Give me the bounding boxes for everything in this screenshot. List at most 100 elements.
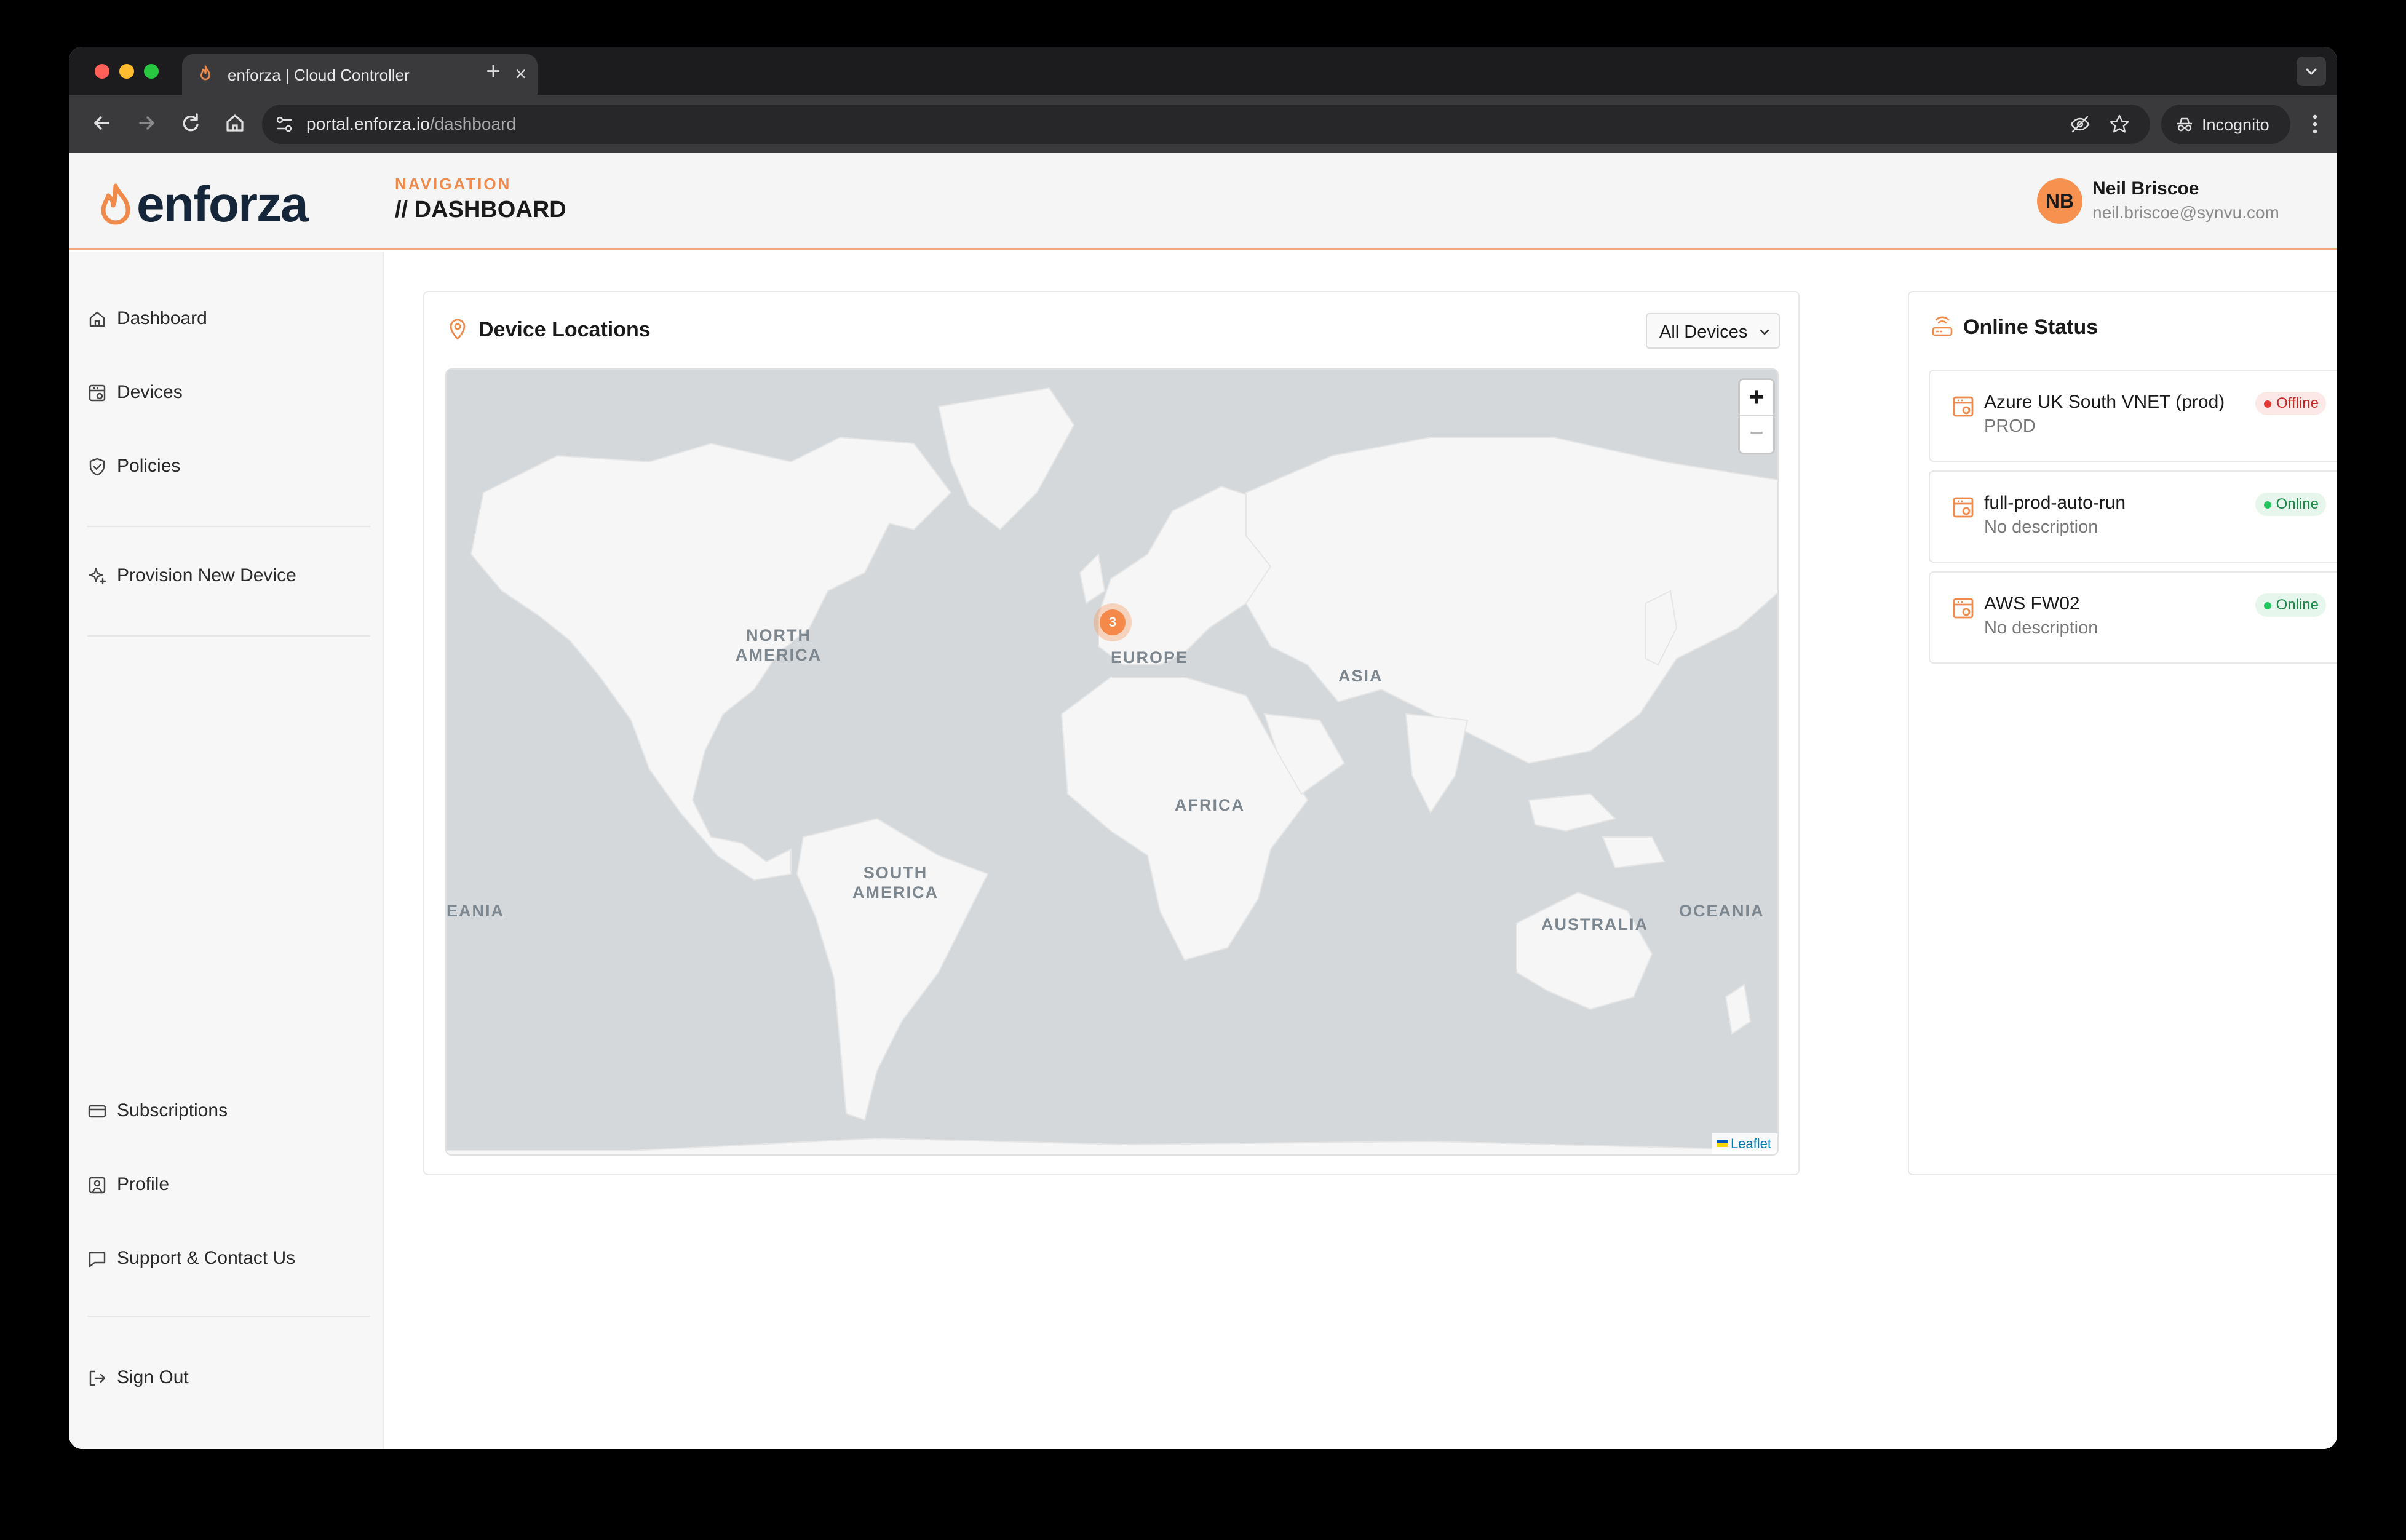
sidebar-item-label: Sign Out — [117, 1367, 189, 1387]
sidebar-divider — [87, 635, 370, 637]
chevron-down-icon — [2306, 68, 2317, 75]
maximize-window-button[interactable] — [144, 64, 159, 79]
main-content: Device Locations All Devices NORTH AMERI… — [385, 252, 2337, 1449]
status-badge: Online — [2255, 493, 2326, 516]
offline-dot-icon — [2264, 400, 2272, 408]
device-filter-value: All Devices — [1659, 322, 1748, 342]
sidebar-item-label: Policies — [117, 456, 181, 476]
attribution-link[interactable]: Leaflet — [1731, 1136, 1771, 1151]
close-tab-icon[interactable]: × — [515, 62, 526, 86]
sign-out-icon — [89, 1370, 106, 1386]
map-attribution[interactable]: Leaflet — [1712, 1133, 1777, 1154]
minimize-window-button[interactable] — [119, 64, 134, 79]
user-email: neil.briscoe@synvu.com — [2092, 203, 2279, 222]
sidebar-item-support[interactable]: Support & Contact Us — [87, 1240, 364, 1277]
chevron-down-icon — [1760, 329, 1769, 335]
sidebar-divider — [87, 526, 370, 527]
sidebar-item-policies[interactable]: Policies — [87, 448, 364, 485]
nav-label: NAVIGATION — [395, 175, 512, 193]
ukraine-flag-icon — [1717, 1140, 1728, 1147]
device-description: No description — [1984, 517, 2098, 537]
page-title: // DASHBOARD — [395, 197, 566, 223]
online-status-card: Online Status Azure UK South VNET (prod)… — [1908, 291, 2337, 1175]
more-options-icon[interactable] — [2305, 109, 2325, 139]
map-label-europe: EUROPE — [1111, 648, 1189, 667]
sparkle-icon — [89, 568, 106, 585]
device-status-item[interactable]: full-prod-auto-run No description Online — [1929, 470, 2337, 563]
star-icon[interactable] — [2108, 113, 2130, 135]
sidebar: Dashboard Devices Policies Provision New… — [69, 252, 384, 1449]
sidebar-item-label: Provision New Device — [117, 565, 296, 585]
sidebar-item-label: Profile — [117, 1174, 170, 1194]
sidebar-item-label: Dashboard — [117, 308, 207, 328]
device-status-item[interactable]: AWS FW02 No description Online — [1929, 571, 2337, 664]
status-badge: Offline — [2255, 392, 2326, 415]
incognito-label: Incognito — [2202, 116, 2269, 134]
url-text: portal.enforza.io/dashboard — [306, 114, 516, 133]
device-icon — [89, 384, 106, 402]
tab-search-button[interactable] — [2297, 57, 2326, 86]
device-icon — [1953, 598, 1974, 619]
browser-toolbar: portal.enforza.io/dashboard Incognito — [69, 95, 2337, 153]
address-bar[interactable]: portal.enforza.io/dashboard — [262, 105, 2150, 144]
incognito-indicator[interactable]: Incognito — [2161, 105, 2290, 144]
device-icon — [1953, 396, 1974, 417]
tab-title: enforza | Cloud Controller — [228, 66, 410, 84]
profile-icon — [89, 1177, 106, 1194]
sidebar-item-label: Subscriptions — [117, 1100, 228, 1121]
sidebar-item-dashboard[interactable]: Dashboard — [87, 301, 364, 338]
sidebar-item-subscriptions[interactable]: Subscriptions — [87, 1093, 364, 1130]
home-icon — [89, 311, 105, 327]
sidebar-item-profile[interactable]: Profile — [87, 1167, 364, 1204]
forward-icon[interactable] — [132, 108, 161, 138]
online-dot-icon — [2263, 501, 2271, 509]
map-label-oceania-left: EANIA — [447, 902, 505, 920]
sign-out-button[interactable]: Sign Out — [87, 1360, 364, 1397]
app: enforza NAVIGATION // DASHBOARD NB Neil … — [69, 153, 2337, 1449]
incognito-icon — [2177, 117, 2192, 132]
sidebar-divider — [87, 1316, 370, 1317]
cluster-count: 3 — [1100, 609, 1126, 635]
status-badge: Online — [2255, 593, 2326, 617]
zoom-out-button[interactable]: − — [1740, 416, 1773, 451]
sidebar-item-label: Devices — [117, 382, 183, 402]
device-icon — [1953, 497, 1974, 518]
back-icon[interactable] — [87, 108, 117, 138]
chat-icon — [89, 1252, 106, 1268]
map-label-africa: AFRICA — [1175, 796, 1245, 814]
enforza-logo[interactable]: enforza — [97, 177, 325, 232]
device-name: AWS FW02 — [1984, 593, 2080, 614]
new-tab-button[interactable]: + — [478, 58, 508, 85]
online-dot-icon — [2263, 602, 2271, 609]
logo-text: enforza — [137, 177, 309, 232]
map-label-north-america: NORTH AMERICA — [736, 626, 822, 664]
sidebar-item-provision-new-device[interactable]: Provision New Device — [87, 558, 364, 595]
device-name: full-prod-auto-run — [1984, 493, 2126, 513]
device-status-item[interactable]: Azure UK South VNET (prod) PROD Offline — [1929, 370, 2337, 462]
browser-window: enforza | Cloud Controller × + portal.en… — [69, 47, 2337, 1449]
zoom-in-button[interactable]: + — [1740, 380, 1773, 416]
world-map[interactable]: NORTH AMERICA EUROPE ASIA AFRICA SOUTH A… — [445, 368, 1779, 1156]
device-locations-card: Device Locations All Devices NORTH AMERI… — [423, 291, 1800, 1175]
credit-card-icon — [88, 1105, 106, 1118]
flame-icon — [200, 65, 210, 81]
router-icon — [1932, 316, 1953, 336]
card-title: Device Locations — [478, 318, 651, 341]
map-label-oceania-right: OCEANIA — [1679, 902, 1765, 920]
home-browser-icon[interactable] — [220, 108, 250, 138]
user-name: Neil Briscoe — [2092, 178, 2199, 199]
reload-icon[interactable] — [176, 108, 205, 138]
shield-icon — [89, 458, 105, 476]
flame-logo-icon — [101, 183, 130, 225]
site-settings-icon[interactable] — [273, 113, 295, 135]
avatar[interactable]: NB — [2037, 178, 2082, 224]
sidebar-item-devices[interactable]: Devices — [87, 375, 364, 411]
map-label-asia: ASIA — [1338, 667, 1383, 685]
close-window-button[interactable] — [95, 64, 109, 79]
device-description: No description — [1984, 618, 2098, 638]
device-name: Azure UK South VNET (prod) — [1984, 392, 2225, 412]
device-filter-select[interactable]: All Devices — [1646, 313, 1780, 349]
eye-off-icon[interactable] — [2069, 113, 2091, 135]
zoom-control: + − — [1738, 378, 1775, 454]
device-cluster-marker[interactable]: 3 — [1094, 603, 1132, 641]
